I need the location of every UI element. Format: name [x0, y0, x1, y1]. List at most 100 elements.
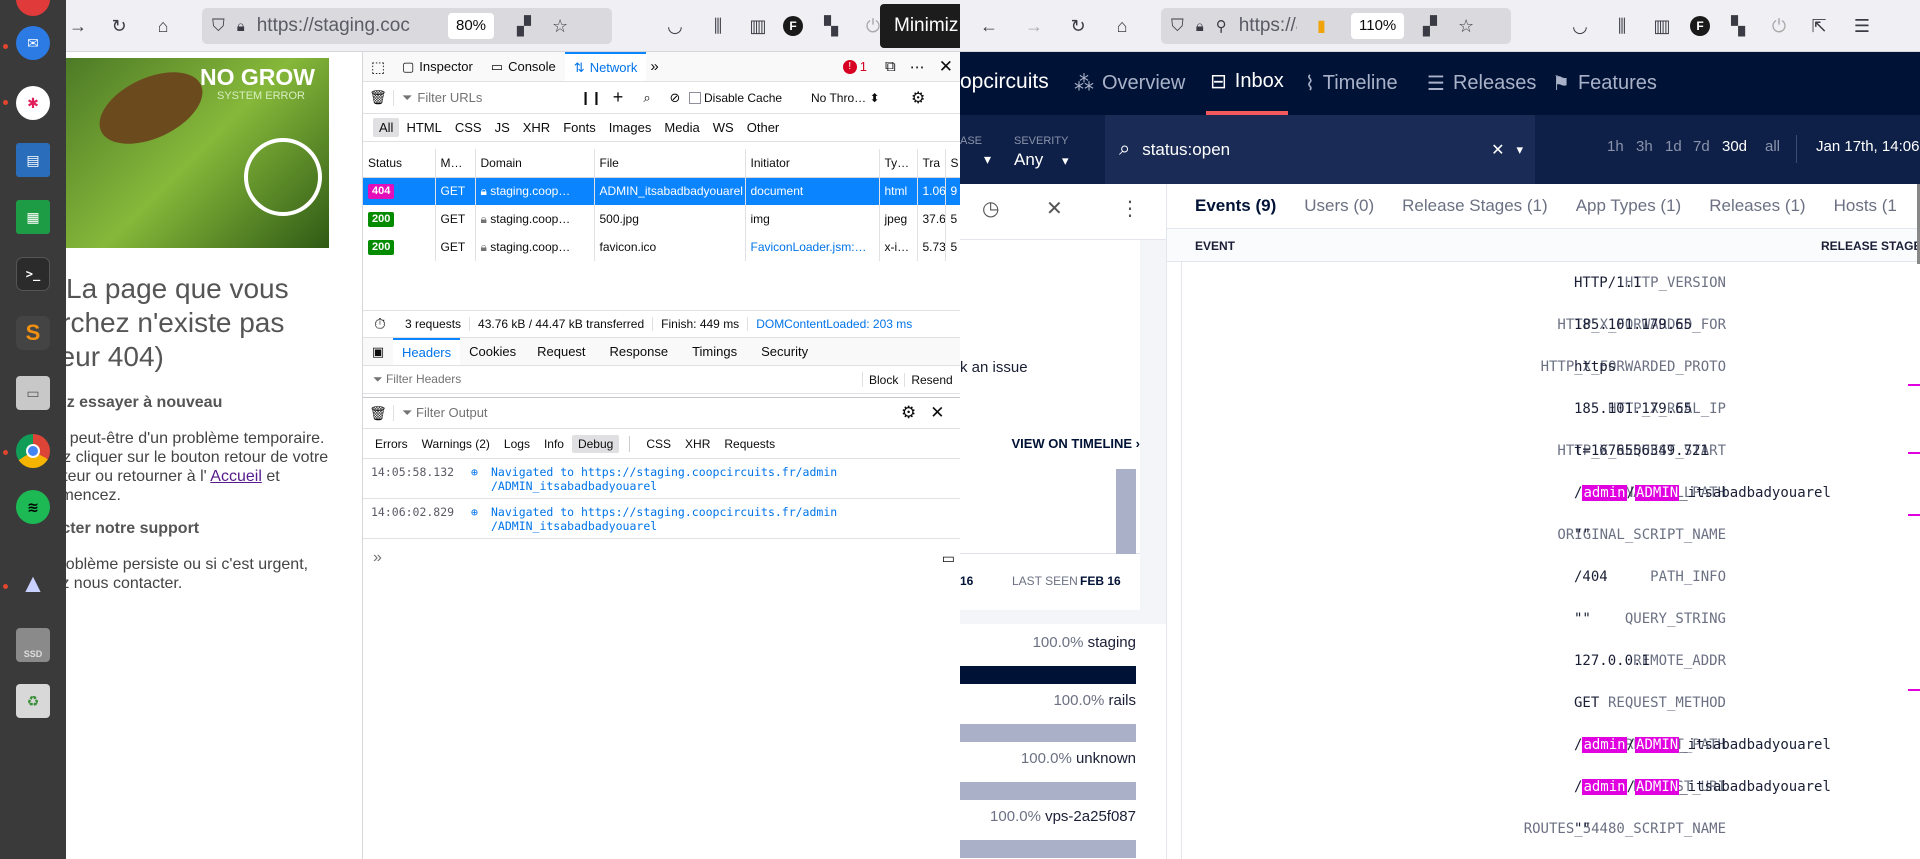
col-size[interactable]: S: [945, 149, 962, 178]
severity-select[interactable]: Any ▾: [1014, 150, 1069, 170]
pocket-icon[interactable]: ◡: [1568, 14, 1592, 38]
console-input-row[interactable]: » ▭: [363, 544, 961, 572]
app-icon-1[interactable]: [16, 0, 50, 16]
nav-overview[interactable]: ⁂ Overview: [1074, 52, 1185, 115]
resend-button[interactable]: Resend: [905, 373, 958, 387]
col-initiator[interactable]: Initiator: [745, 149, 880, 178]
console-text[interactable]: Navigated to https://staging.coopcircuit…: [491, 505, 837, 533]
filter-images[interactable]: Images: [603, 118, 658, 137]
tab-app-types[interactable]: App Types (1): [1576, 196, 1682, 216]
home-icon[interactable]: ⌂: [1110, 14, 1134, 38]
slack-icon[interactable]: ✱: [16, 86, 50, 120]
extensions-grid-icon[interactable]: ▞: [1423, 16, 1437, 37]
add-request-icon[interactable]: +: [603, 87, 633, 108]
filter-headers-input[interactable]: ⏷ Filter Headers: [363, 372, 863, 387]
trash-icon[interactable]: ♻: [16, 684, 50, 718]
tab-cookies[interactable]: Cookies: [460, 338, 525, 365]
project-name[interactable]: opcircuits: [960, 70, 1049, 94]
tab-timings[interactable]: Timings: [680, 338, 749, 365]
tab-releases[interactable]: Releases (1): [1709, 196, 1805, 216]
table-row[interactable]: 404 GET 🔒︎ staging.coop… ADMIN_itsabadba…: [363, 177, 962, 205]
container-icon[interactable]: ▮: [1317, 16, 1326, 36]
element-picker-icon[interactable]: ⬚: [363, 58, 393, 76]
console-filter-warnings[interactable]: Warnings (2): [416, 435, 496, 453]
console-settings-icon[interactable]: ⚙: [901, 403, 916, 423]
url-text[interactable]: https://staging.coc: [257, 15, 422, 37]
tab-request[interactable]: Request: [525, 338, 597, 365]
console-filter-logs[interactable]: Logs: [498, 435, 536, 453]
console-filter-css[interactable]: CSS: [640, 435, 677, 453]
tracking-protection-icon[interactable]: ⛉: [1171, 16, 1184, 36]
close-console-icon[interactable]: ✕: [930, 403, 944, 423]
tab-network[interactable]: ⇅ Network: [564, 52, 647, 81]
throttle-select[interactable]: No Thro… ⬍: [805, 91, 903, 105]
more-options-icon[interactable]: ⋯: [910, 58, 925, 76]
extensions-grid-icon[interactable]: ▞: [517, 16, 531, 37]
range-1d[interactable]: 1d: [1665, 138, 1682, 155]
filter-html[interactable]: HTML: [400, 118, 447, 137]
range-30d[interactable]: 30d: [1722, 138, 1747, 155]
nav-releases[interactable]: ☰ Releases: [1427, 52, 1536, 115]
col-file[interactable]: File: [594, 149, 746, 178]
col-type[interactable]: Ty…: [879, 149, 918, 178]
files-icon[interactable]: ▭: [16, 376, 50, 410]
zoom-level[interactable]: 80%: [448, 13, 495, 39]
filter-other[interactable]: Other: [741, 118, 786, 137]
clear-trash-icon[interactable]: 🗑︎: [363, 89, 393, 106]
tab-response[interactable]: Response: [598, 338, 681, 365]
nav-inbox[interactable]: ⊟ Inbox: [1206, 52, 1288, 115]
writer-icon[interactable]: ▤: [16, 143, 50, 177]
filter-css[interactable]: CSS: [449, 118, 488, 137]
console-filter-info[interactable]: Info: [538, 435, 570, 453]
col-transferred[interactable]: Tra: [917, 149, 946, 178]
range-3h[interactable]: 3h: [1636, 138, 1653, 155]
url-text[interactable]: https://ap: [1239, 15, 1297, 37]
editor-mode-icon[interactable]: ▭: [942, 550, 955, 567]
sidebar-icon[interactable]: ▥: [746, 14, 770, 38]
more-vertical-icon[interactable]: ⋮: [1120, 196, 1140, 221]
profile-f-icon[interactable]: F: [783, 16, 803, 36]
col-status[interactable]: Status: [363, 149, 436, 178]
filter-ws[interactable]: WS: [707, 118, 740, 137]
library-icon[interactable]: ⫼: [1610, 14, 1634, 38]
tab-release-stages[interactable]: Release Stages (1): [1402, 196, 1548, 216]
console-filter-xhr[interactable]: XHR: [679, 435, 716, 453]
sublime-text-icon[interactable]: S: [16, 316, 50, 350]
initiator-cell[interactable]: FaviconLoader.jsm:…: [745, 233, 880, 261]
tab-hosts[interactable]: Hosts (1: [1834, 196, 1897, 216]
reload-icon[interactable]: ↻: [107, 14, 131, 38]
search-value[interactable]: status:open: [1142, 140, 1230, 160]
filter-fonts[interactable]: Fonts: [557, 118, 602, 137]
view-on-timeline-link[interactable]: VIEW ON TIMELINE ›: [1011, 436, 1140, 451]
console-filter-requests[interactable]: Requests: [718, 435, 781, 453]
filter-xhr[interactable]: XHR: [517, 118, 556, 137]
range-1h[interactable]: 1h: [1607, 138, 1624, 155]
filter-js[interactable]: JS: [489, 118, 516, 137]
console-filter-errors[interactable]: Errors: [369, 435, 414, 453]
home-link[interactable]: Accueil: [210, 468, 262, 485]
table-row[interactable]: 200 GET 🔒︎ staging.coop… 500.jpg img jpe…: [363, 205, 962, 233]
tab-console[interactable]: ▭ Console: [482, 52, 565, 81]
profile-f-icon[interactable]: F: [1690, 16, 1710, 36]
clear-console-icon[interactable]: 🗑︎: [363, 405, 393, 422]
tab-events[interactable]: Events (9): [1195, 196, 1276, 216]
share-icon[interactable]: ⇱: [1807, 14, 1831, 38]
console-text[interactable]: Navigated to https://staging.coopcircuit…: [491, 465, 837, 493]
nav-features[interactable]: ⚑ Features: [1552, 52, 1657, 115]
bookmark-star-icon[interactable]: ☆: [1458, 16, 1474, 37]
more-tabs-icon[interactable]: »: [650, 58, 658, 75]
search-icon[interactable]: ⌕: [633, 90, 661, 106]
sidebar-icon[interactable]: ▥: [1650, 14, 1674, 38]
filter-urls-input[interactable]: ⏷ Filter URLs: [393, 89, 579, 106]
extensions-icon[interactable]: ▚: [819, 14, 843, 38]
extensions-icon[interactable]: ▚: [1726, 14, 1750, 38]
error-counter[interactable]: ! 1: [842, 59, 867, 74]
pause-icon[interactable]: ❙❙: [579, 90, 603, 106]
inkscape-icon[interactable]: ▲: [16, 566, 50, 600]
library-icon[interactable]: ⫼: [706, 14, 730, 38]
forward-icon[interactable]: →: [66, 14, 90, 38]
close-devtools-icon[interactable]: ✕: [939, 57, 953, 77]
range-7d[interactable]: 7d: [1693, 138, 1710, 155]
menu-icon[interactable]: ☰: [1850, 14, 1874, 38]
reload-icon[interactable]: ↻: [1066, 14, 1090, 38]
